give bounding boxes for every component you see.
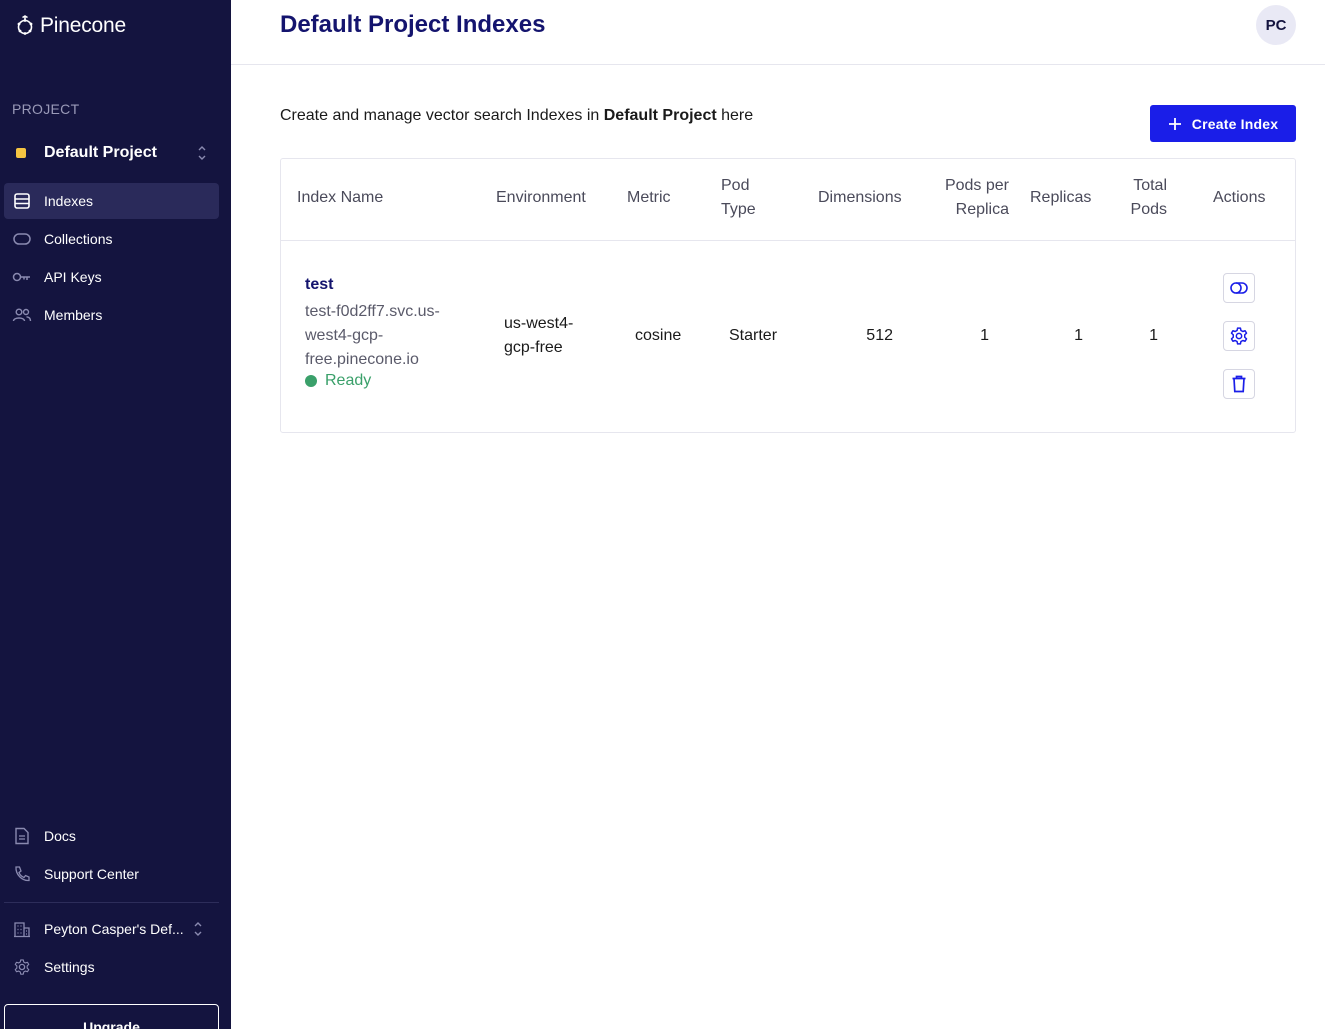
environment-line1: us-west4-: [504, 315, 574, 332]
list-icon: [12, 191, 32, 211]
upgrade-button[interactable]: Upgrade: [4, 1004, 219, 1029]
organization-selector[interactable]: Peyton Casper's Def...: [4, 911, 219, 947]
column-header-pods-per-replica: Pods per Replica: [921, 174, 1009, 222]
table-header: Index Name Environment Metric Pod Type D…: [281, 159, 1295, 241]
project-selector[interactable]: Default Project: [12, 141, 219, 165]
create-index-label: Create Index: [1191, 115, 1279, 132]
index-host: test-f0d2ff7.svc.us-west4-gcp-free.pinec…: [305, 303, 440, 368]
phone-icon: [12, 864, 32, 884]
trash-icon: [1232, 375, 1246, 393]
avatar[interactable]: PC: [1256, 5, 1296, 45]
create-collection-button[interactable]: [1223, 273, 1255, 303]
sidebar-item-members[interactable]: Members: [4, 297, 219, 333]
pods-per-replica-cell: 1: [980, 327, 989, 344]
column-header-total-pods: Total Pods: [1111, 174, 1167, 222]
sidebar-item-docs[interactable]: Docs: [4, 818, 219, 854]
column-header-dimensions: Dimensions: [818, 189, 902, 206]
sidebar-item-settings[interactable]: Settings: [4, 949, 219, 985]
column-header-total-pods-line1: Total: [1133, 177, 1167, 194]
sidebar-item-indexes[interactable]: Indexes: [4, 183, 219, 219]
page-header: Default Project Indexes PC: [231, 0, 1325, 65]
project-section-label: PROJECT: [12, 101, 80, 117]
page-title: Default Project Indexes: [280, 11, 546, 38]
column-header-pod-type: Pod Type: [721, 174, 756, 222]
sidebar-item-api-keys[interactable]: API Keys: [4, 259, 219, 295]
toggle-icon: [12, 229, 32, 249]
gear-icon: [12, 957, 32, 977]
column-header-total-pods-line2: Pods: [1130, 201, 1167, 218]
status-dot-icon: [305, 375, 317, 387]
pinecone-logo-icon: [17, 15, 33, 35]
sidebar-item-label: Support Center: [44, 866, 139, 882]
sidebar-item-label: API Keys: [44, 269, 102, 285]
environment-cell: us-west4- gcp-free: [504, 312, 573, 360]
sidebar: Pinecone PROJECT Default Project Indexes…: [0, 0, 231, 1029]
column-header-pod-type-line1: Pod: [721, 177, 750, 194]
column-header-actions: Actions: [1213, 189, 1266, 206]
toggle-icon: [1230, 282, 1248, 294]
column-header-replicas: Replicas: [1030, 189, 1092, 206]
metric-cell: cosine: [635, 327, 682, 344]
organization-name: Peyton Casper's Def...: [44, 921, 184, 937]
sidebar-item-collections[interactable]: Collections: [4, 221, 219, 257]
sidebar-item-support-center[interactable]: Support Center: [4, 856, 219, 892]
intro-text: Create and manage vector search Indexes …: [280, 107, 753, 125]
indexes-table: Index Name Environment Metric Pod Type D…: [280, 158, 1296, 433]
sidebar-item-label: Indexes: [44, 193, 94, 209]
building-icon: [12, 919, 32, 939]
delete-index-button[interactable]: [1223, 369, 1255, 399]
column-header-metric: Metric: [627, 189, 671, 206]
gear-icon: [1230, 327, 1248, 345]
project-name: Default Project: [44, 144, 157, 161]
column-header-pods-per-replica-line2: Replica: [955, 201, 1009, 218]
document-icon: [12, 826, 32, 846]
logo-text: Pinecone: [40, 14, 126, 37]
chevron-updown-icon: [193, 920, 203, 938]
column-header-environment: Environment: [496, 189, 586, 206]
sidebar-item-label: Members: [44, 307, 103, 323]
pinecone-logo[interactable]: Pinecone: [14, 14, 126, 38]
status-badge: Ready: [305, 372, 371, 390]
dimensions-cell: 512: [866, 327, 893, 344]
sidebar-item-label: Collections: [44, 231, 113, 247]
sidebar-item-label: Settings: [44, 959, 95, 975]
chevron-updown-icon: [197, 144, 207, 162]
replicas-cell: 1: [1074, 327, 1083, 344]
column-header-pods-per-replica-line1: Pods per: [944, 177, 1009, 194]
status-text: Ready: [325, 372, 372, 389]
intro-project-name: Default Project: [603, 107, 717, 124]
intro-prefix: Create and manage vector search Indexes …: [280, 107, 604, 124]
people-icon: [12, 305, 32, 325]
configure-index-button[interactable]: [1223, 321, 1255, 351]
index-name-link[interactable]: test: [305, 276, 333, 294]
plus-icon: [1168, 117, 1181, 130]
total-pods-cell: 1: [1149, 327, 1158, 344]
intro-suffix: here: [716, 107, 754, 124]
column-header-pod-type-line2: Type: [721, 201, 756, 218]
create-index-button[interactable]: Create Index: [1150, 105, 1296, 142]
sidebar-item-label: Docs: [44, 828, 76, 844]
project-color-dot: [16, 148, 26, 158]
sidebar-divider: [4, 902, 219, 903]
environment-line2: gcp-free: [504, 339, 563, 356]
pod-type-cell: Starter: [729, 327, 778, 344]
column-header-index-name: Index Name: [297, 189, 384, 206]
key-icon: [12, 267, 32, 287]
